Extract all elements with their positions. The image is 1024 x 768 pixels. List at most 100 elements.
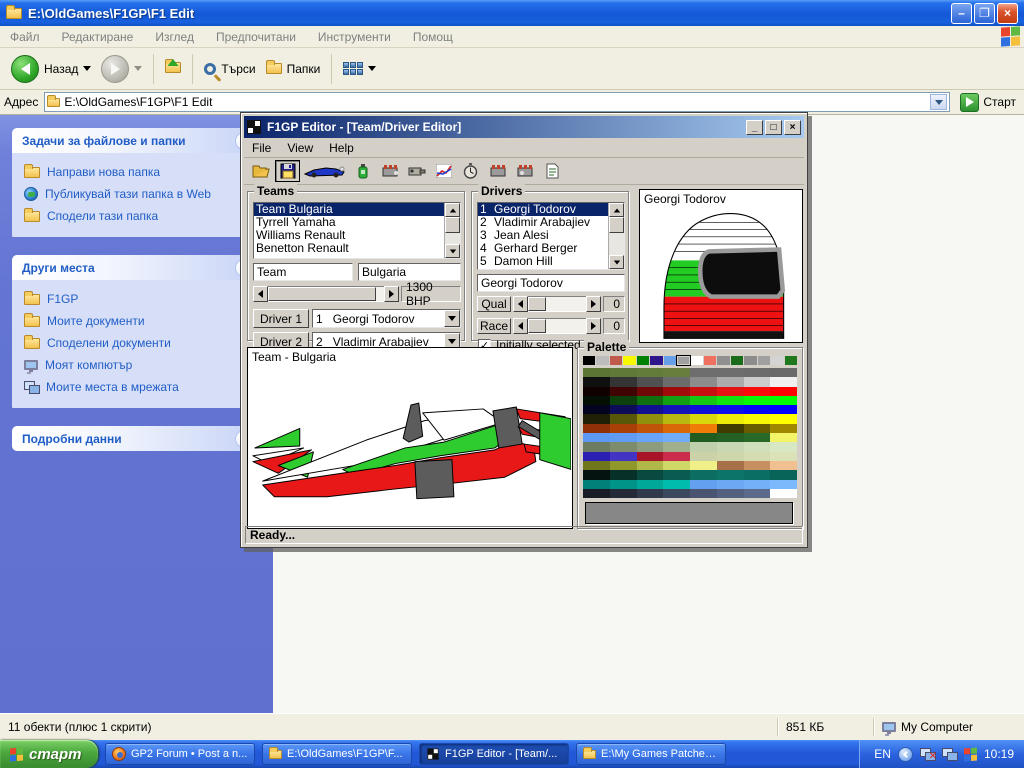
- palette-cell[interactable]: [583, 424, 610, 433]
- palette-cell[interactable]: [717, 396, 744, 405]
- palette-cell[interactable]: [663, 452, 690, 461]
- scroll-down-icon[interactable]: [445, 244, 460, 258]
- palette-cell[interactable]: [610, 442, 637, 451]
- palette-cell[interactable]: [770, 405, 797, 414]
- palette-cell[interactable]: [663, 387, 690, 396]
- palette-cell[interactable]: [744, 405, 771, 414]
- drivers-listbox[interactable]: 1Georgi Todorov 2Vladimir Arabajiev 3Jea…: [477, 202, 625, 270]
- palette-cell[interactable]: [717, 414, 744, 423]
- palette-cell[interactable]: [770, 433, 797, 442]
- team-name1-input[interactable]: Team: [253, 263, 353, 281]
- palette-cell[interactable]: [770, 480, 797, 489]
- palette-cell[interactable]: [663, 480, 690, 489]
- palette-cell[interactable]: [583, 387, 610, 396]
- palette-cell[interactable]: [583, 470, 610, 479]
- back-dropdown-icon[interactable]: [83, 66, 91, 71]
- back-button[interactable]: Назад: [6, 51, 96, 87]
- scrollbar-thumb[interactable]: [445, 217, 460, 233]
- editor-maximize-button[interactable]: □: [765, 120, 782, 135]
- palette-cell[interactable]: [717, 433, 744, 442]
- palette-cell[interactable]: [637, 368, 664, 377]
- dropdown-arrow-icon[interactable]: [444, 310, 460, 327]
- palette-cell[interactable]: [770, 424, 797, 433]
- palette-swatch[interactable]: [731, 356, 743, 365]
- palette-swatch[interactable]: [637, 356, 649, 365]
- palette-cell[interactable]: [744, 387, 771, 396]
- palette-cell[interactable]: [663, 368, 690, 377]
- views-button[interactable]: [338, 51, 381, 87]
- palette-cell[interactable]: [770, 387, 797, 396]
- palette-cell[interactable]: [610, 489, 637, 498]
- up-button[interactable]: [160, 51, 186, 87]
- engine-power-button[interactable]: [485, 160, 510, 182]
- palette-swatch[interactable]: [610, 356, 622, 365]
- palette-cell[interactable]: [610, 396, 637, 405]
- scrollbar-thumb[interactable]: [609, 217, 624, 233]
- palette-cell[interactable]: [690, 480, 717, 489]
- palette-cell[interactable]: [637, 414, 664, 423]
- palette-swatch[interactable]: [704, 356, 716, 365]
- palette-cell[interactable]: [690, 452, 717, 461]
- palette-cell[interactable]: [690, 387, 717, 396]
- teams-scrollbar[interactable]: [444, 203, 460, 258]
- palette-cell[interactable]: [717, 480, 744, 489]
- driver-name-input[interactable]: Georgi Todorov: [477, 274, 625, 292]
- palette-cell[interactable]: [663, 442, 690, 451]
- palette-cell[interactable]: [610, 377, 637, 386]
- palette-cell[interactable]: [663, 377, 690, 386]
- palette-swatch[interactable]: [717, 356, 729, 365]
- task-share-folder[interactable]: Сподели тази папка: [24, 205, 255, 227]
- palette-swatch[interactable]: [664, 356, 676, 365]
- editor-menu-help[interactable]: Help: [329, 141, 354, 155]
- palette-cell[interactable]: [770, 396, 797, 405]
- language-indicator[interactable]: EN: [874, 747, 891, 761]
- palette-cell[interactable]: [637, 452, 664, 461]
- palette-cell[interactable]: [717, 368, 744, 377]
- palette-cell[interactable]: [744, 442, 771, 451]
- taskbar-task-gp2forum[interactable]: GP2 Forum • Post a n...: [105, 743, 255, 765]
- palette-cell[interactable]: [690, 489, 717, 498]
- palette-cell[interactable]: [744, 461, 771, 470]
- palette-cell[interactable]: [717, 377, 744, 386]
- palette-cell[interactable]: [744, 396, 771, 405]
- details-header[interactable]: Подробни данни: [12, 426, 261, 451]
- palette-cell[interactable]: [583, 396, 610, 405]
- palette-cell[interactable]: [717, 405, 744, 414]
- scroll-right-icon[interactable]: [586, 318, 601, 334]
- place-shared-documents[interactable]: Споделени документи: [24, 332, 255, 354]
- palette-cell[interactable]: [663, 489, 690, 498]
- open-button[interactable]: [248, 160, 273, 182]
- notes-button[interactable]: [539, 160, 564, 182]
- scroll-left-icon[interactable]: [513, 318, 528, 334]
- palette-cell[interactable]: [583, 368, 610, 377]
- palette-cell[interactable]: [663, 470, 690, 479]
- minimize-button[interactable]: –: [951, 3, 972, 24]
- palette-cell[interactable]: [583, 442, 610, 451]
- palette-cell[interactable]: [637, 377, 664, 386]
- palette-cell[interactable]: [637, 433, 664, 442]
- palette-cell[interactable]: [690, 377, 717, 386]
- team-list-item[interactable]: Benetton Renault: [254, 242, 444, 255]
- palette-cell[interactable]: [770, 452, 797, 461]
- performance-chart-button[interactable]: [431, 160, 456, 182]
- palette-cell[interactable]: [744, 452, 771, 461]
- palette-cell[interactable]: [744, 433, 771, 442]
- palette-cell[interactable]: [770, 461, 797, 470]
- palette-cell[interactable]: [663, 433, 690, 442]
- car-design-button[interactable]: [302, 160, 348, 182]
- palette-swatch[interactable]: [623, 356, 635, 365]
- palette-cell[interactable]: [610, 452, 637, 461]
- editor-close-button[interactable]: ×: [784, 120, 801, 135]
- palette-cell[interactable]: [690, 368, 717, 377]
- editor-menu-view[interactable]: View: [287, 141, 313, 155]
- task-new-folder[interactable]: Направи нова папка: [24, 161, 255, 183]
- palette-cell[interactable]: [610, 387, 637, 396]
- stopwatch-button[interactable]: [458, 160, 483, 182]
- palette-cell[interactable]: [637, 396, 664, 405]
- palette-cell[interactable]: [744, 414, 771, 423]
- palette-cell[interactable]: [663, 396, 690, 405]
- palette-cell[interactable]: [610, 470, 637, 479]
- editor-minimize-button[interactable]: _: [746, 120, 763, 135]
- race-scrollbar[interactable]: [513, 318, 601, 334]
- restore-button[interactable]: ❐: [974, 3, 995, 24]
